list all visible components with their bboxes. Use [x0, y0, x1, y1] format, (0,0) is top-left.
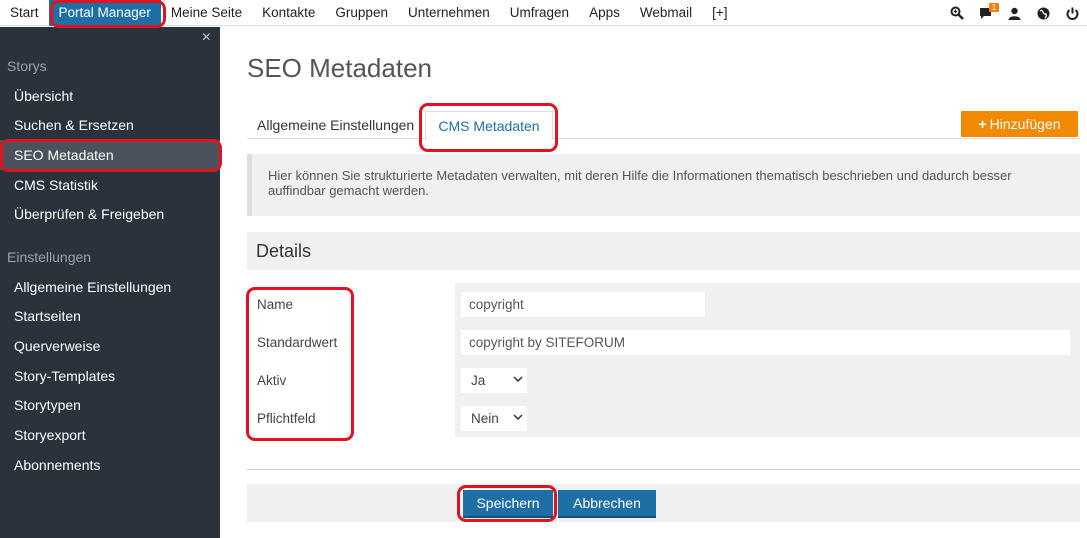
chat-icon[interactable]: 1	[971, 0, 1000, 26]
nav-umfragen[interactable]: Umfragen	[500, 0, 579, 26]
standardwert-input[interactable]: copyright by SITEFORUM	[461, 330, 1070, 355]
details-heading: Details	[247, 232, 1080, 270]
sidebar-item-cms-statistik[interactable]: CMS Statistik	[0, 170, 220, 200]
nav-apps[interactable]: Apps	[579, 0, 630, 26]
user-icon[interactable]	[1000, 0, 1029, 26]
toolbar-icons: 1	[942, 0, 1087, 26]
notification-badge: 1	[989, 3, 999, 12]
pflichtfeld-select-value: Nein	[471, 411, 499, 426]
aktiv-select[interactable]: Ja	[461, 368, 527, 393]
nav-portal-manager[interactable]: Portal Manager	[48, 0, 161, 26]
sidebar-item-allgemeine-einstellungen[interactable]: Allgemeine Einstellungen	[0, 272, 220, 302]
label-aktiv: Aktiv	[257, 373, 287, 388]
main-menu: Start Portal Manager Meine Seite Kontakt…	[0, 0, 738, 26]
sidebar-item-querverweise[interactable]: Querverweise	[0, 331, 220, 361]
nav-gruppen[interactable]: Gruppen	[325, 0, 398, 26]
plus-icon: +	[978, 116, 987, 132]
nav-webmail[interactable]: Webmail	[630, 0, 702, 26]
chevron-down-icon	[513, 376, 523, 383]
sidebar-item-suchen-ersetzen[interactable]: Suchen & Ersetzen	[0, 110, 220, 140]
nav-start[interactable]: Start	[0, 0, 49, 26]
tab-allgemeine-einstellungen[interactable]: Allgemeine Einstellungen	[257, 111, 414, 139]
sidebar-section-storys: Storys	[7, 58, 47, 74]
add-button-label: Hinzufügen	[989, 116, 1061, 132]
nav-unternehmen[interactable]: Unternehmen	[398, 0, 500, 26]
nav-meine-seite[interactable]: Meine Seite	[161, 0, 252, 26]
tab-bar: Allgemeine Einstellungen CMS Metadaten	[247, 111, 1080, 140]
add-button[interactable]: + Hinzufügen	[961, 111, 1078, 137]
name-input[interactable]: copyright	[461, 292, 705, 317]
sidebar-item-story-templates[interactable]: Story-Templates	[0, 361, 220, 391]
tab-cms-metadaten[interactable]: CMS Metadaten	[425, 111, 553, 140]
power-icon[interactable]	[1058, 0, 1087, 26]
pflichtfeld-select[interactable]: Nein	[461, 406, 527, 431]
divider	[247, 469, 1080, 470]
sidebar-item-startseiten[interactable]: Startseiten	[0, 301, 220, 331]
sidebar-item-seo-metadaten[interactable]: SEO Metadaten	[0, 140, 220, 170]
search-icon[interactable]	[942, 0, 971, 26]
label-standardwert: Standardwert	[257, 335, 338, 350]
save-button[interactable]: Speichern	[463, 490, 553, 518]
close-icon[interactable]: ×	[202, 29, 211, 47]
nav-kontakte[interactable]: Kontakte	[252, 0, 325, 26]
sidebar-item-uebersicht[interactable]: Übersicht	[0, 81, 220, 111]
sidebar-section-einstellungen: Einstellungen	[7, 249, 92, 265]
cancel-button[interactable]: Abbrechen	[558, 490, 656, 518]
label-pflichtfeld: Pflichtfeld	[257, 411, 316, 426]
sidebar-item-abonnements[interactable]: Abonnements	[0, 450, 220, 480]
nav-more[interactable]: [+]	[702, 0, 737, 26]
aktiv-select-value: Ja	[471, 373, 486, 388]
sidebar-item-ueberpruefen-freigeben[interactable]: Überprüfen & Freigeben	[0, 199, 220, 229]
form-footer	[247, 484, 1080, 522]
label-name: Name	[257, 297, 294, 312]
globe-icon[interactable]	[1029, 0, 1058, 26]
sidebar-item-storyexport[interactable]: Storyexport	[0, 420, 220, 450]
sidebar-item-storytypen[interactable]: Storytypen	[0, 390, 220, 420]
info-box: Hier können Sie strukturierte Metadaten …	[247, 154, 1080, 216]
chevron-down-icon	[513, 414, 523, 421]
top-navigation-bar: Start Portal Manager Meine Seite Kontakt…	[0, 0, 1087, 26]
sidebar: × Storys Übersicht Suchen & Ersetzen SEO…	[0, 27, 220, 538]
page-title: SEO Metadaten	[247, 53, 432, 83]
